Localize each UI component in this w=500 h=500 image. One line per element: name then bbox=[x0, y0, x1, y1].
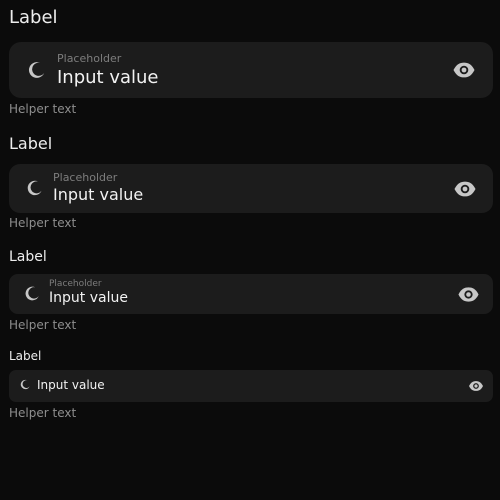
text-field-small: Label Input value Helper text bbox=[9, 348, 494, 420]
moon-icon bbox=[25, 178, 45, 198]
helper-text: Helper text bbox=[9, 216, 77, 230]
input-container[interactable]: Placeholder Input value bbox=[9, 274, 493, 314]
moon-icon bbox=[19, 378, 32, 391]
helper-text: Helper text bbox=[9, 102, 77, 116]
text-field-xl: Label Placeholder Input value Helper tex… bbox=[9, 6, 494, 116]
input-value[interactable]: Input value bbox=[49, 290, 128, 306]
input-container[interactable]: Placeholder Input value bbox=[9, 164, 493, 213]
input-value[interactable]: Input value bbox=[53, 185, 143, 204]
eye-icon[interactable] bbox=[457, 283, 480, 306]
input-value[interactable]: Input value bbox=[37, 378, 105, 392]
input-container[interactable]: Placeholder Input value bbox=[9, 42, 493, 98]
input-value[interactable]: Input value bbox=[57, 67, 159, 88]
input-placeholder: Placeholder bbox=[57, 52, 122, 65]
field-label: Label bbox=[9, 249, 47, 265]
moon-icon bbox=[26, 59, 48, 81]
helper-text: Helper text bbox=[9, 406, 77, 420]
field-label: Label bbox=[9, 349, 42, 363]
input-placeholder: Placeholder bbox=[49, 279, 102, 289]
text-field-showcase: Label Placeholder Input value Helper tex… bbox=[0, 0, 500, 500]
field-label: Label bbox=[9, 134, 53, 153]
eye-icon[interactable] bbox=[468, 378, 484, 394]
input-placeholder: Placeholder bbox=[53, 171, 118, 184]
field-label: Label bbox=[9, 7, 58, 28]
eye-icon[interactable] bbox=[453, 177, 477, 201]
helper-text: Helper text bbox=[9, 318, 77, 332]
moon-icon bbox=[23, 284, 42, 303]
text-field-medium: Label Placeholder Input value Helper tex… bbox=[9, 247, 494, 332]
eye-icon[interactable] bbox=[452, 58, 476, 82]
input-container[interactable]: Input value bbox=[9, 370, 493, 402]
text-field-large: Label Placeholder Input value Helper tex… bbox=[9, 133, 494, 230]
